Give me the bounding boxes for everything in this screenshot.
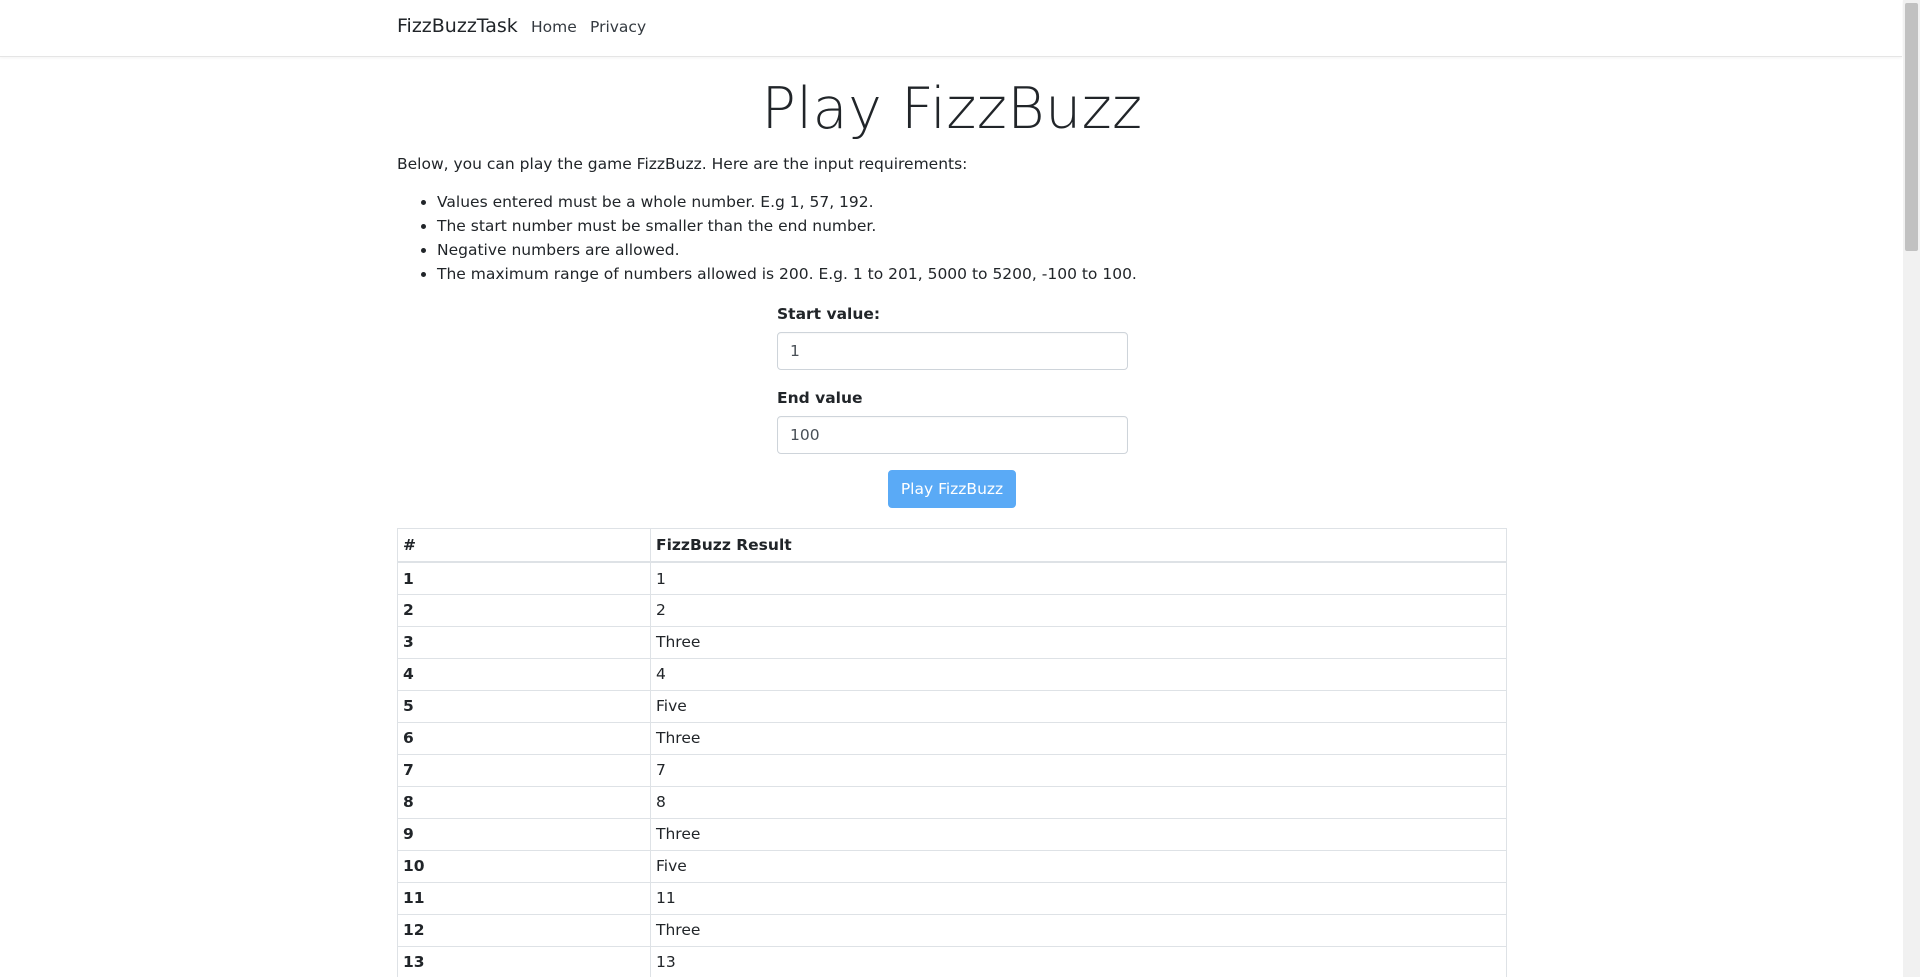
row-result-cell: Five bbox=[650, 689, 1507, 723]
table-row: 6 Three bbox=[397, 721, 1507, 755]
navbar: FizzBuzzTask Home Privacy bbox=[0, 0, 1902, 57]
table-row: 5 Five bbox=[397, 689, 1507, 723]
start-value-input[interactable] bbox=[777, 331, 1128, 370]
table-row: 44 bbox=[397, 657, 1507, 691]
row-result-cell: 8 bbox=[650, 785, 1507, 819]
end-value-label: End value bbox=[777, 388, 863, 407]
row-number-cell: 11 bbox=[397, 881, 651, 915]
row-result-cell: Five bbox=[650, 849, 1507, 883]
play-fizzbuzz-button[interactable]: Play FizzBuzz bbox=[887, 469, 1017, 508]
page-title: Play FizzBuzz bbox=[761, 76, 1143, 142]
row-number-cell: 13 bbox=[397, 945, 651, 977]
row-number-cell: 4 bbox=[397, 657, 651, 691]
intro-text: Below, you can play the game FizzBuzz. H… bbox=[397, 154, 968, 173]
row-result-cell: 11 bbox=[650, 881, 1507, 915]
requirement-item: Negative numbers are allowed. bbox=[437, 238, 1507, 262]
requirements-list: Values entered must be a whole number. E… bbox=[397, 190, 1507, 286]
row-number-cell: 12 bbox=[397, 913, 651, 947]
requirement-item: Values entered must be a whole number. E… bbox=[437, 190, 1507, 214]
table-row: 10 Five bbox=[397, 849, 1507, 883]
end-field-group: End value bbox=[777, 386, 1128, 454]
table-row: 11 11 bbox=[397, 881, 1507, 915]
table-row: 77 bbox=[397, 753, 1507, 787]
vertical-scrollbar[interactable] bbox=[1903, 0, 1920, 977]
table-row: 9 Three bbox=[397, 817, 1507, 851]
requirement-item: The start number must be smaller than th… bbox=[437, 214, 1507, 238]
row-number-cell: 3 bbox=[397, 625, 651, 659]
requirement-item: The maximum range of numbers allowed is … bbox=[437, 262, 1507, 286]
end-value-input[interactable] bbox=[777, 415, 1128, 454]
row-result-cell: Three bbox=[650, 913, 1507, 947]
start-field-group: Start value: bbox=[777, 302, 1128, 370]
row-result-cell: Three bbox=[650, 721, 1507, 755]
main-container: Play FizzBuzz Below, you can play the ga… bbox=[397, 56, 1507, 977]
row-number-cell: 10 bbox=[397, 849, 651, 883]
table-row: 22 bbox=[397, 593, 1507, 627]
row-number-cell: 5 bbox=[397, 689, 651, 723]
row-result-cell: 4 bbox=[650, 657, 1507, 691]
row-result-cell: Three bbox=[650, 817, 1507, 851]
table-row: 12 Three bbox=[397, 913, 1507, 947]
row-result-cell: 2 bbox=[650, 593, 1507, 627]
row-result-cell: 1 bbox=[650, 561, 1507, 595]
brand-link[interactable]: FizzBuzzTask bbox=[397, 15, 518, 37]
column-header-number: # bbox=[397, 527, 651, 564]
fizzbuzz-form: Start value: End value Play FizzBuzz bbox=[397, 302, 1507, 508]
start-value-label: Start value: bbox=[777, 304, 881, 323]
row-number-cell: 9 bbox=[397, 817, 651, 851]
results-table: # FizzBuzz Result 1 1 2 2 3 Three 4 4 5 Five 6 Thre… bbox=[397, 527, 1507, 977]
row-number-cell: 2 bbox=[397, 593, 651, 627]
results-body: 1 1 2 2 3 Three 4 4 5 Five 6 Three 7 7 8 8 9 Three 10 Five 1… bbox=[397, 561, 1507, 977]
row-number-cell: 7 bbox=[397, 753, 651, 787]
row-result-cell: 7 bbox=[650, 753, 1507, 787]
table-row: 3 Three bbox=[397, 625, 1507, 659]
nav-link-privacy[interactable]: Privacy bbox=[590, 18, 646, 36]
row-result-cell: Three bbox=[650, 625, 1507, 659]
page: FizzBuzzTask Home Privacy Play FizzBuzz … bbox=[0, 0, 1920, 977]
row-number-cell: 8 bbox=[397, 785, 651, 819]
button-wrapper: Play FizzBuzz bbox=[397, 469, 1507, 508]
row-number-cell: 6 bbox=[397, 721, 651, 755]
row-number-cell: 1 bbox=[397, 561, 651, 595]
column-header-result: FizzBuzz Result bbox=[650, 527, 1507, 564]
table-row: 13 13 bbox=[397, 945, 1507, 977]
row-result-cell: 13 bbox=[650, 945, 1507, 977]
table-row: 88 bbox=[397, 785, 1507, 819]
table-header-row: # FizzBuzz Result bbox=[397, 527, 1507, 564]
table-row: 11 bbox=[397, 561, 1507, 595]
nav-link-home[interactable]: Home bbox=[531, 18, 577, 36]
scrollbar-thumb[interactable] bbox=[1905, 3, 1918, 251]
